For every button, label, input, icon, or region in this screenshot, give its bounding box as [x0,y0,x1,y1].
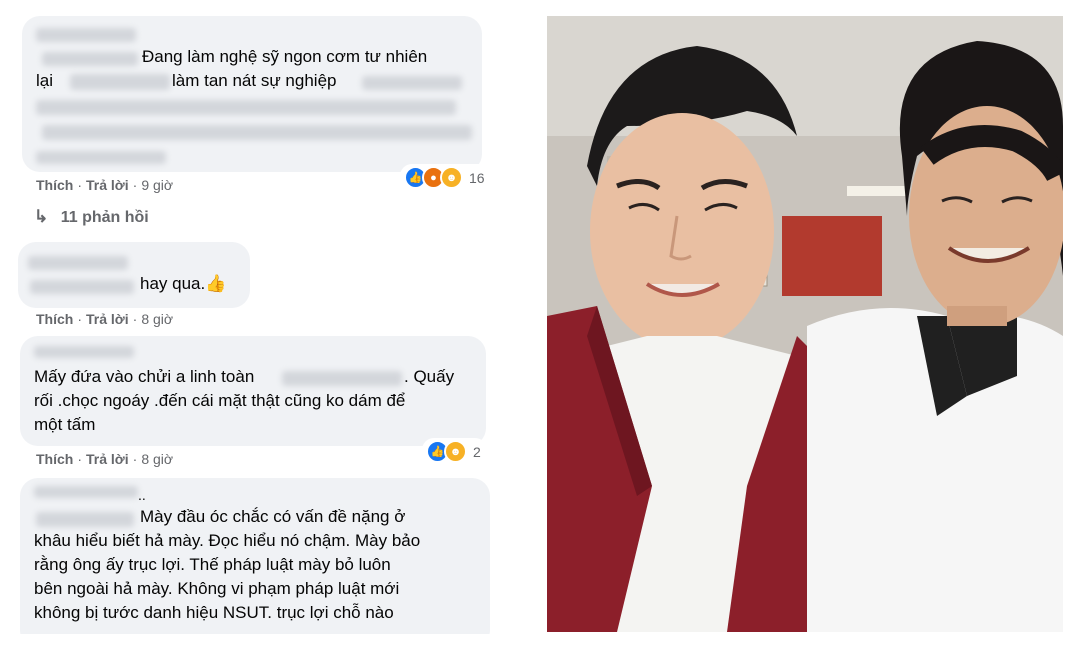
comment-text-line: rối .chọc ngoáy .đến cái mặt thật cũng k… [34,391,406,410]
blurred-text [42,125,472,140]
comment-text-line: hay qua.👍 [140,273,226,296]
comment-actions: Thích · Trả lời · 8 giờ [36,451,174,467]
reaction-count: 16 [469,169,485,186]
reaction-summary[interactable]: 👍 ☻ 2 [422,438,487,465]
replies-count-label: 11 phản hồi [60,209,149,226]
comment-bubble-2: hay qua.👍 [18,242,250,308]
comment-actions: Thích · Trả lời · 8 giờ [36,311,174,327]
timestamp[interactable]: 8 giờ [141,451,173,467]
view-replies-link[interactable]: ↳ 11 phản hồi [34,207,149,227]
comment-text-line: lại [36,71,54,90]
like-link[interactable]: Thích [36,311,73,327]
haha-reaction-icon: ☻ [440,166,463,189]
comment-bubble-1: Đang làm nghệ sỹ ngon cơm tư nhiên lại l… [22,16,482,172]
comment-bubble-4: .. Mày đầu óc chắc có vấn đề nặng ở khâu… [20,478,490,634]
commenter-sub-blurred [30,280,134,294]
blurred-text [36,512,134,527]
blurred-text [282,371,402,386]
commenter-sub-blurred [42,52,138,66]
reaction-summary[interactable]: 👍 ● ☻ 16 [400,164,491,191]
blurred-text [36,151,166,164]
reply-link[interactable]: Trả lời [86,177,129,193]
like-link[interactable]: Thích [36,177,73,193]
comment-text-line: rằng ông ấy trục lợi. Thế pháp luật mày … [34,555,391,574]
comment-text-line: Mày đầu óc chắc có vấn đề nặng ở [140,507,406,526]
reply-link[interactable]: Trả lời [86,451,129,467]
comment-text-line: .. [138,487,146,503]
comment-bubble-3: Mấy đứa vào chửi a linh toàn . Quấy rối … [20,336,486,446]
comment-thread: Đang làm nghệ sỹ ngon cơm tư nhiên lại l… [18,14,510,634]
photo-two-men [547,16,1063,632]
comment-text-line: khâu hiểu biết hả mày. Đọc hiểu nó chậm.… [34,531,421,550]
comment-text-line: một tấm [34,415,96,434]
commenter-name-blurred [36,28,136,42]
comment-text-line: Đang làm nghệ sỹ ngon cơm tư nhiên [142,47,428,66]
commenter-name-blurred [28,256,128,270]
comment-text-line: . Quấy [404,367,455,386]
reaction-count: 2 [473,443,481,460]
comment-text-line: bên ngoài hả mày. Không vi phạm pháp luậ… [34,579,400,598]
commenter-name-blurred [34,346,134,358]
comment-text: hay qua. [140,274,206,293]
like-link[interactable]: Thích [36,451,73,467]
blurred-text [362,76,462,90]
reply-arrow-icon: ↳ [34,207,49,226]
haha-reaction-icon: ☻ [444,440,467,463]
timestamp[interactable]: 9 giờ [141,177,173,193]
reply-link[interactable]: Trả lời [86,311,129,327]
comment-text-line: không bị tước danh hiệu NSUT. trục lợi c… [34,603,394,622]
photo-illustration [547,16,1063,632]
timestamp[interactable]: 8 giờ [141,311,173,327]
comment-actions: Thích · Trả lời · 9 giờ [36,177,174,193]
blurred-text [36,100,456,115]
commenter-name-blurred [34,486,138,498]
comment-text-line: làm tan nát sự nghiệp [172,71,337,90]
thumbs-up-emoji-icon: 👍 [205,274,227,293]
comment-text-line: Mấy đứa vào chửi a linh toàn [34,367,255,386]
blurred-text [70,74,170,90]
